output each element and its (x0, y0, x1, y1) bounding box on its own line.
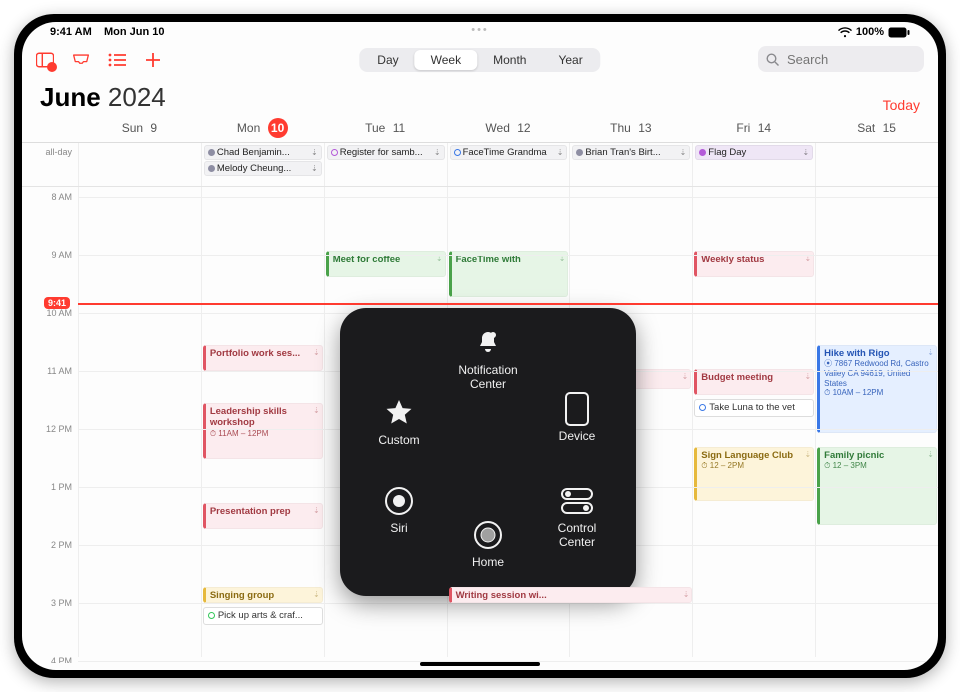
hour-label: 4 PM (51, 656, 72, 663)
at-siri[interactable]: Siri (354, 484, 444, 536)
day-column[interactable]: Weekly status⇣Budget meeting⇣Take Luna t… (692, 187, 815, 657)
allday-row: all-day Chad Benjamin...⇣Melody Cheung..… (22, 143, 938, 187)
allday-event-chip[interactable]: Chad Benjamin...⇣ (204, 145, 322, 160)
battery-icon (888, 27, 910, 38)
calendar-event[interactable]: Singing group⇣ (203, 587, 323, 603)
seg-day[interactable]: Day (361, 50, 414, 70)
at-label: Control Center (558, 522, 597, 550)
calendar-event[interactable]: Budget meeting⇣ (694, 369, 814, 395)
allday-cell[interactable] (815, 143, 938, 186)
bell-icon (471, 326, 505, 360)
allday-event-chip[interactable]: Register for samb...⇣ (327, 145, 445, 160)
today-button[interactable]: Today (883, 97, 920, 113)
battery-percent: 100% (856, 26, 884, 38)
at-label: Notification Center (458, 364, 517, 392)
hour-label: 1 PM (51, 482, 72, 492)
wifi-icon (838, 27, 852, 38)
allday-cell[interactable] (78, 143, 201, 186)
hour-label: 11 AM (47, 366, 72, 376)
siri-icon (382, 484, 416, 518)
list-icon[interactable] (108, 51, 126, 69)
at-label: Siri (390, 522, 407, 536)
hour-label: 8 AM (51, 192, 72, 202)
calendar-event[interactable]: Hike with Rigo⦿ 7867 Redwood Rd, Castro … (817, 345, 937, 433)
toggles-icon (560, 484, 594, 518)
inbox-icon[interactable] (72, 51, 90, 69)
at-control-center[interactable]: Control Center (532, 484, 622, 550)
device-icon (560, 392, 594, 426)
status-date: Mon Jun 10 (104, 26, 165, 38)
day-column[interactable]: Hike with Rigo⦿ 7867 Redwood Rd, Castro … (815, 187, 938, 657)
month-name: June (40, 82, 101, 112)
calendar-event[interactable]: Leadership skills workshop⏱ 11AM – 12PM⇣ (203, 403, 323, 459)
screen: ••• 9:41 AM Mon Jun 10 100% (22, 22, 938, 670)
time-gutter: 8 AM9 AM10 AM11 AM12 PM1 PM2 PM3 PM4 PM (22, 187, 78, 657)
home-indicator[interactable] (420, 662, 540, 666)
at-label: Device (559, 430, 596, 444)
allday-cell[interactable]: Register for samb...⇣ (324, 143, 447, 186)
day-column[interactable] (78, 187, 201, 657)
view-segmented-control: Day Week Month Year (359, 48, 600, 72)
calendar-event[interactable]: Portfolio work ses...⇣ (203, 345, 323, 371)
multitasking-dots[interactable]: ••• (471, 24, 489, 36)
allday-cell[interactable]: Chad Benjamin...⇣Melody Cheung...⇣ (201, 143, 324, 186)
weekday-header-cell[interactable]: Mon 10 (201, 118, 324, 138)
year: 2024 (108, 82, 166, 112)
at-device[interactable]: Device (532, 392, 622, 444)
day-column[interactable]: Portfolio work ses...⇣ Leadership skills … (201, 187, 324, 657)
allday-label: all-day (22, 143, 78, 186)
month-title: June 2024 (40, 82, 166, 113)
add-event-icon[interactable] (144, 51, 162, 69)
calendar-event[interactable]: Family picnic⏱ 12 – 3PM⇣ (817, 447, 937, 525)
home-button-icon (471, 518, 505, 552)
weekday-header-cell[interactable]: Thu 13 (569, 121, 692, 135)
weekday-header-cell[interactable]: Sat 15 (815, 121, 938, 135)
calendar-event[interactable]: Presentation prep⇣ (203, 503, 323, 529)
at-custom[interactable]: Custom (354, 396, 444, 448)
weekday-header-cell[interactable]: Fri 14 (692, 121, 815, 135)
hour-label: 3 PM (51, 598, 72, 608)
search-field[interactable] (758, 46, 924, 72)
calendar-event[interactable]: Writing session wi...⇣ (449, 587, 693, 603)
now-indicator: 9:41 (44, 297, 70, 309)
assistivetouch-menu[interactable]: Notification Center Custom Device Siri (340, 308, 636, 596)
hour-label: 2 PM (51, 540, 72, 550)
weekday-header-cell[interactable]: Wed 12 (447, 121, 570, 135)
calendar-sidebar-icon[interactable] (36, 51, 54, 69)
hour-label: 12 PM (46, 424, 72, 434)
star-icon (382, 396, 416, 430)
calendar-event[interactable]: Pick up arts & craf... (203, 607, 323, 625)
weekday-header-cell[interactable]: Sun 9 (78, 121, 201, 135)
app-toolbar: Day Week Month Year (22, 42, 938, 78)
allday-event-chip[interactable]: FaceTime Grandma⇣ (450, 145, 568, 160)
hour-label: 9 AM (51, 250, 72, 260)
at-notification-center[interactable]: Notification Center (443, 326, 533, 392)
at-home[interactable]: Home (443, 518, 533, 570)
seg-week[interactable]: Week (415, 50, 477, 70)
seg-year[interactable]: Year (542, 50, 598, 70)
calendar-event[interactable]: FaceTime with⇣ (449, 251, 569, 297)
month-header-row: June 2024 Today (22, 78, 938, 113)
at-label: Home (472, 556, 504, 570)
search-icon (766, 53, 779, 66)
allday-cell[interactable]: Flag Day⇣ (692, 143, 815, 186)
hour-label: 10 AM (46, 308, 72, 318)
allday-event-chip[interactable]: Melody Cheung...⇣ (204, 161, 322, 176)
calendar-event[interactable]: Sign Language Club⏱ 12 – 2PM⇣ (694, 447, 814, 501)
at-label: Custom (378, 434, 419, 448)
allday-cell[interactable]: FaceTime Grandma⇣ (447, 143, 570, 186)
weekday-header: Sun 9Mon 10Tue 11Wed 12Thu 13Fri 14Sat 1… (22, 113, 938, 143)
seg-month[interactable]: Month (477, 50, 542, 70)
search-input[interactable] (785, 51, 938, 68)
status-time: 9:41 AM (50, 26, 92, 38)
allday-event-chip[interactable]: Brian Tran's Birt...⇣ (572, 145, 690, 160)
ipad-frame: ••• 9:41 AM Mon Jun 10 100% (14, 14, 946, 678)
weekday-header-cell[interactable]: Tue 11 (324, 121, 447, 135)
allday-cell[interactable]: Brian Tran's Birt...⇣ (569, 143, 692, 186)
allday-event-chip[interactable]: Flag Day⇣ (695, 145, 813, 160)
calendar-event[interactable]: Take Luna to the vet (694, 399, 814, 417)
